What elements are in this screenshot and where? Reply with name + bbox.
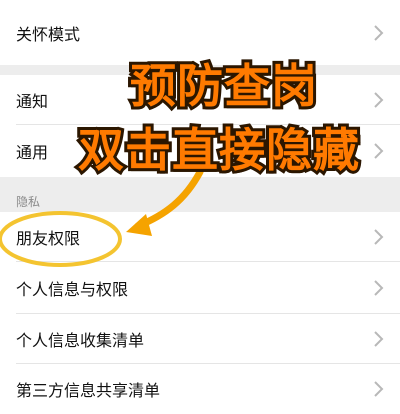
settings-row-third-party-sharing[interactable]: 第三方信息共享清单 (0, 364, 400, 414)
settings-row-label: 关怀模式 (16, 24, 81, 44)
chevron-right-icon (374, 331, 384, 347)
chevron-right-icon (374, 143, 384, 159)
promo-headline-line1: 预防查岗 (127, 56, 320, 116)
settings-row-label: 个人信息与权限 (16, 280, 129, 299)
chevron-right-icon (374, 229, 384, 245)
settings-row-personal-info-permissions[interactable]: 个人信息与权限 (0, 262, 400, 314)
settings-row-label: 个人信息收集清单 (16, 331, 145, 350)
section-header-privacy: 隐私 (16, 195, 41, 209)
chevron-right-icon (374, 92, 384, 108)
settings-row-label: 第三方信息共享清单 (16, 381, 161, 400)
settings-row-label: 通知 (16, 92, 49, 111)
settings-row-friend-permissions[interactable]: 朋友权限 (0, 212, 400, 262)
settings-row-personal-info-collection[interactable]: 个人信息收集清单 (0, 314, 400, 364)
chevron-right-icon (374, 280, 384, 296)
settings-row-label: 通用 (16, 143, 49, 162)
settings-row-label: 朋友权限 (16, 229, 81, 248)
chevron-right-icon (374, 381, 384, 397)
chevron-right-icon (374, 24, 384, 41)
promo-headline-line2: 双击直接隐藏 (75, 120, 362, 180)
